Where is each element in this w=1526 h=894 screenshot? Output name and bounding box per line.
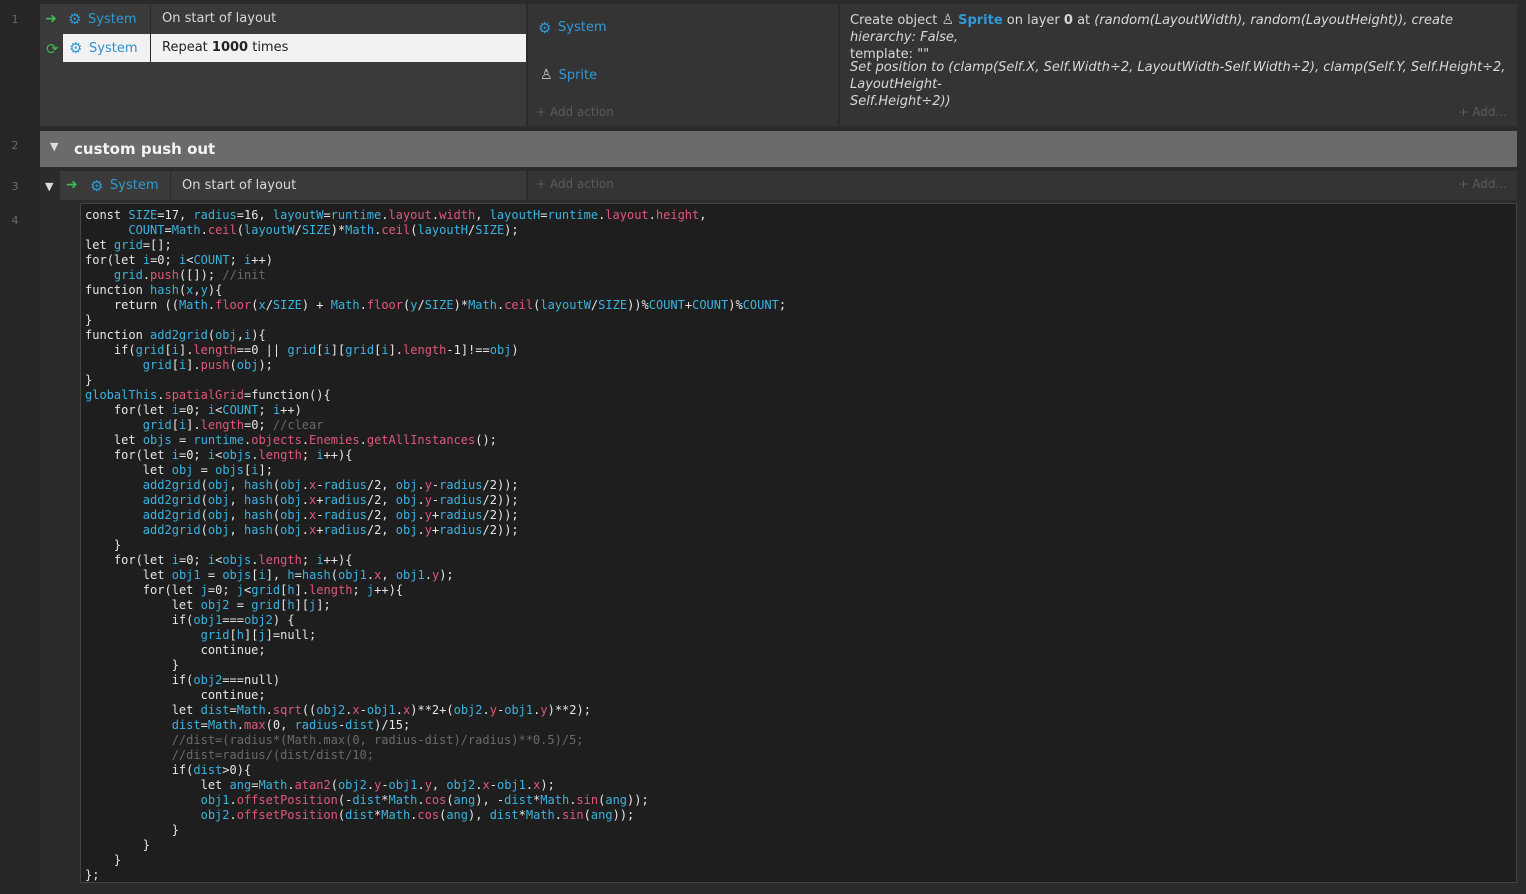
action-object-sprite[interactable]: ♙ Sprite [540, 67, 597, 83]
gear-icon: ⚙ [69, 39, 83, 57]
repeat-icon: ⟳ [46, 40, 59, 58]
event3-actions: + Add action + Add... [528, 171, 1517, 200]
divider [150, 4, 151, 62]
group-title: custom push out [74, 140, 216, 158]
line-number: 2 [11, 139, 19, 152]
add-action-button[interactable]: + Add action [536, 177, 614, 191]
condition-row-repeat[interactable]: ⚙ System Repeat 1000 times [63, 34, 526, 62]
condition-text: On start of layout [162, 11, 277, 26]
condition-row-start[interactable]: ➜ ⚙ System On start of layout [40, 5, 526, 33]
condition-text: Repeat 1000 times [162, 40, 289, 55]
add-action-button[interactable]: + Add action [536, 105, 614, 119]
line-gutter: 1 2 3 4 [0, 0, 40, 894]
add-more-button[interactable]: + Add... [1458, 105, 1507, 119]
line-number: 3 [11, 180, 19, 193]
action-set-position[interactable]: Set position to (clamp(Self.X, Self.Widt… [850, 59, 1510, 110]
gear-icon: ⚙ [538, 18, 552, 37]
collapse-triangle-icon[interactable]: ▼ [45, 180, 53, 193]
gear-icon: ⚙ [68, 10, 82, 28]
system-object: ⚙ System [69, 39, 138, 57]
arrow-right-icon: ➜ [66, 177, 78, 193]
script-code-editor[interactable]: const SIZE=17, radius=16, layoutW=runtim… [80, 203, 1517, 883]
event3-conditions[interactable]: ➜ ⚙ System On start of layout [60, 171, 526, 200]
event1-actions: Create object ♙ Sprite on layer 0 at (ran… [840, 4, 1517, 126]
event-sheet: ➜ ⚙ System On start of layout ⚙ System Rep… [40, 0, 1526, 894]
line-number: 4 [11, 214, 19, 227]
gear-icon: ⚙ [90, 176, 104, 195]
add-more-button[interactable]: + Add... [1458, 177, 1507, 191]
arrow-right-icon: ➜ [45, 11, 57, 27]
condition-text: On start of layout [182, 178, 297, 193]
system-object: ⚙ System [90, 176, 159, 195]
action-object-system[interactable]: ⚙ System [538, 20, 606, 35]
event1-conditions[interactable]: ➜ ⚙ System On start of layout ⚙ System Rep… [40, 4, 526, 126]
action-create-object[interactable]: Create object ♙ Sprite on layer 0 at (ran… [850, 12, 1500, 63]
sprite-icon: ♙ [941, 12, 955, 28]
group-header[interactable]: ▼ custom push out [40, 131, 1517, 167]
event1-action-objects: ⚙ System ♙ Sprite + Add action [528, 4, 838, 126]
line-number: 1 [11, 13, 19, 26]
collapse-triangle-icon[interactable]: ▼ [50, 140, 58, 153]
sprite-icon: ♙ [540, 67, 553, 83]
divider [170, 171, 171, 200]
system-object: ⚙ System [68, 10, 137, 28]
